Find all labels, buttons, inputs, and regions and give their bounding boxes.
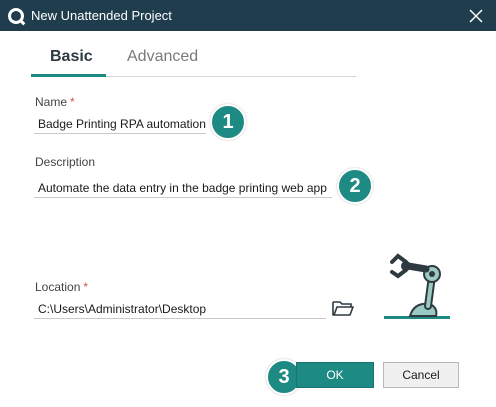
callout-badge-2: 2: [337, 168, 373, 204]
close-icon: [469, 8, 483, 23]
ok-button[interactable]: OK: [296, 362, 374, 388]
location-field[interactable]: [34, 299, 326, 319]
title-bar: New Unattended Project: [0, 0, 496, 31]
name-label-text: Name: [35, 95, 68, 109]
description-field[interactable]: [34, 178, 332, 198]
browse-folder-button[interactable]: [331, 298, 355, 318]
location-required-mark: *: [83, 280, 89, 294]
name-label: Name *: [35, 95, 75, 109]
callout-badge-1: 1: [210, 104, 246, 140]
description-label: Description: [35, 155, 96, 169]
cancel-button[interactable]: Cancel: [383, 362, 459, 388]
tab-advanced[interactable]: Advanced: [127, 48, 198, 72]
folder-icon: [332, 301, 354, 316]
name-required-mark: *: [70, 95, 75, 109]
tab-basic[interactable]: Basic: [50, 48, 93, 72]
active-tab-indicator: [31, 74, 106, 77]
uipath-logo-icon: [8, 8, 24, 24]
window-title: New Unattended Project: [31, 8, 172, 23]
close-button[interactable]: [456, 0, 496, 31]
name-field[interactable]: [34, 114, 206, 134]
robot-arm-icon: [384, 253, 450, 319]
location-label: Location *: [35, 280, 88, 294]
location-label-text: Location: [35, 280, 81, 294]
